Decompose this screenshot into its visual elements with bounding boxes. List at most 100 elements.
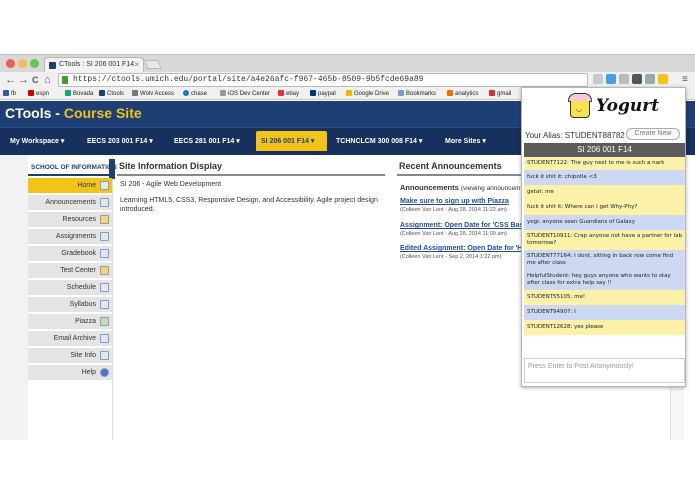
bookmark-item[interactable]: Bookmarks [398, 90, 436, 98]
wolverine-icon [132, 90, 138, 96]
site-tab-eecs-281[interactable]: EECS 281 001 F14 ▾ [174, 137, 240, 145]
forward-icon[interactable]: → [18, 73, 29, 87]
page: CTools : SI 206 001 F14 × ← → C ⌂ https:… [0, 0, 695, 494]
yogurt-face: ◡ [576, 106, 583, 113]
bookmark-item[interactable]: gmail [489, 90, 511, 98]
tab-close-icon[interactable]: × [134, 60, 139, 69]
bookmark-item[interactable]: paypal [310, 90, 336, 98]
back-icon[interactable]: ← [5, 73, 16, 87]
tool-menu: SCHOOL OF INFORMATION Home Announcements… [28, 159, 117, 439]
ctools-favicon-icon [49, 62, 56, 69]
tool-test-center[interactable]: Test Center [28, 263, 112, 279]
reload-icon[interactable]: C [32, 73, 39, 87]
yogurt-extension-icon[interactable] [658, 74, 668, 84]
paypal-icon [310, 90, 316, 96]
tool-announcements[interactable]: Announcements [28, 195, 112, 211]
ebay-icon [278, 90, 284, 96]
twitter-extension-icon[interactable] [606, 74, 616, 84]
announcement-meta: (Colleen Van Lent - Sep 2, 2014 1:22 pm) [400, 254, 502, 260]
chat-message: HelpfulStudent: hey guys anyone who want… [524, 270, 685, 290]
bookmark-item[interactable]: analytics [447, 90, 478, 98]
close-window-icon[interactable] [6, 59, 15, 68]
site-info-title: Site Information Display [119, 161, 223, 171]
pencil-icon [100, 266, 109, 275]
chat-message: fuck it shit it: chipotle <3 [524, 170, 685, 185]
email-icon [100, 334, 109, 343]
extension-dark-icon[interactable] [632, 74, 642, 84]
site-tab-tchnclcm-300[interactable]: TCHNCLCM 300 008 F14 ▾ [336, 137, 422, 145]
left-gutter [0, 155, 28, 440]
minimize-window-icon[interactable] [18, 59, 27, 68]
bookmark-item[interactable]: fb [3, 90, 16, 98]
help-icon [100, 368, 109, 377]
bookmark-item[interactable]: Bovada [65, 90, 93, 98]
bookmark-item[interactable]: iOS Dev Center [220, 90, 270, 98]
lock-icon [62, 76, 68, 84]
divider [117, 174, 385, 176]
announcement-link[interactable]: Make sure to sign up with Piazza [400, 198, 509, 205]
piazza-icon [100, 317, 109, 326]
site-tab-si-206[interactable]: SI 206 001 F14 ▾ [256, 131, 327, 151]
alias-label: Your Alias: STUDENT88782 [525, 131, 625, 140]
google-drive-icon [346, 90, 352, 96]
chat-message: STUDENT94907: I [524, 305, 685, 320]
address-bar[interactable]: https://ctools.umich.edu/portal/site/a4e… [58, 73, 588, 87]
announcement-link[interactable]: Edited Assignment: Open Date for 'H [400, 245, 522, 252]
tool-schedule[interactable]: Schedule [28, 280, 112, 296]
tool-piazza[interactable]: Piazza [28, 314, 112, 330]
recent-announcements-title: Recent Announcements [399, 161, 502, 171]
gmail-icon [489, 90, 495, 96]
home-icon[interactable]: ⌂ [44, 73, 51, 87]
tool-menu-header: SCHOOL OF INFORMATION [28, 159, 117, 176]
tool-help[interactable]: Help [28, 365, 112, 381]
announcement-link[interactable]: Assignment: Open Date for 'CSS Bas [400, 222, 523, 229]
bookmark-item[interactable]: Google Drive [346, 90, 389, 98]
announcement-meta: (Colleen Van Lent - Aug 28, 2014 11:09 a… [400, 231, 507, 237]
more-sites-menu[interactable]: More Sites ▾ [445, 137, 486, 145]
extension-icon[interactable] [593, 74, 603, 84]
tool-home[interactable]: Home [28, 178, 112, 194]
anonymous-post-input[interactable]: Press Enter to Post Anonymously! [524, 358, 685, 383]
chat-message-list[interactable]: STUDENT7122: The guy next to me is such … [524, 157, 685, 355]
bookmark-item[interactable]: chase [183, 90, 207, 98]
browser-tab[interactable]: CTools : SI 206 001 F14 × [44, 57, 144, 73]
new-tab-button[interactable] [144, 60, 162, 69]
folder-icon [100, 215, 109, 224]
site-tab-my-workspace[interactable]: My Workspace ▾ [10, 137, 64, 145]
assignments-icon [100, 232, 109, 241]
chat-message: STUDENT10911: Crap anyone not have a par… [524, 230, 685, 250]
bookmark-item[interactable]: Ctools [99, 90, 124, 98]
collapse-tool-menu-handle[interactable] [109, 159, 115, 179]
tool-assignments[interactable]: Assignments [28, 229, 112, 245]
create-new-alias-button[interactable]: Create New [626, 128, 680, 140]
tool-email-archive[interactable]: Email Archive [28, 331, 112, 347]
yogurt-popup: ◡ Yogurt Your Alias: STUDENT88782 Create… [521, 87, 686, 387]
chat-message: yogi: anyone seen Guardians of Galaxy [524, 215, 685, 230]
tool-resources[interactable]: Resources [28, 212, 112, 228]
site-tab-eecs-203[interactable]: EECS 203 001 F14 ▾ [87, 137, 153, 145]
chat-message: fuck it shit it: Where can I get Why-Phy… [524, 200, 685, 215]
chat-message: STUDENT55105: me! [524, 290, 685, 305]
browser-tab-strip: CTools : SI 206 001 F14 × [0, 54, 695, 73]
chat-room-title: SI 206 001 F14 [524, 143, 685, 157]
bookmark-item[interactable]: espn [28, 90, 49, 98]
cast-extension-icon[interactable] [619, 74, 629, 84]
bookmark-item[interactable]: ebay [278, 90, 299, 98]
ctools-icon [99, 90, 105, 96]
apple-icon [220, 90, 226, 96]
menu-icon[interactable]: ≡ [682, 73, 688, 87]
browser-toolbar: ← → C ⌂ https://ctools.umich.edu/portal/… [0, 72, 695, 88]
tool-gradebook[interactable]: Gradebook [28, 246, 112, 262]
tool-syllabus[interactable]: Syllabus [28, 297, 112, 313]
folder-icon [398, 90, 404, 96]
browser-tab-title: CTools : SI 206 001 F14 [59, 61, 135, 68]
extension-grid-icon[interactable] [645, 74, 655, 84]
site-info-icon [100, 351, 109, 360]
bookmark-item[interactable]: Wolv Access [132, 90, 174, 98]
tool-site-info[interactable]: Site Info [28, 348, 112, 364]
yogurt-wordmark: Yogurt [596, 96, 660, 116]
maximize-window-icon[interactable] [30, 59, 39, 68]
announcement-meta: (Colleen Van Lent - Aug 28, 2014 11:22 a… [400, 207, 507, 213]
chat-message: STUDENT12628: yes please [524, 320, 685, 335]
espn-icon [28, 90, 34, 96]
